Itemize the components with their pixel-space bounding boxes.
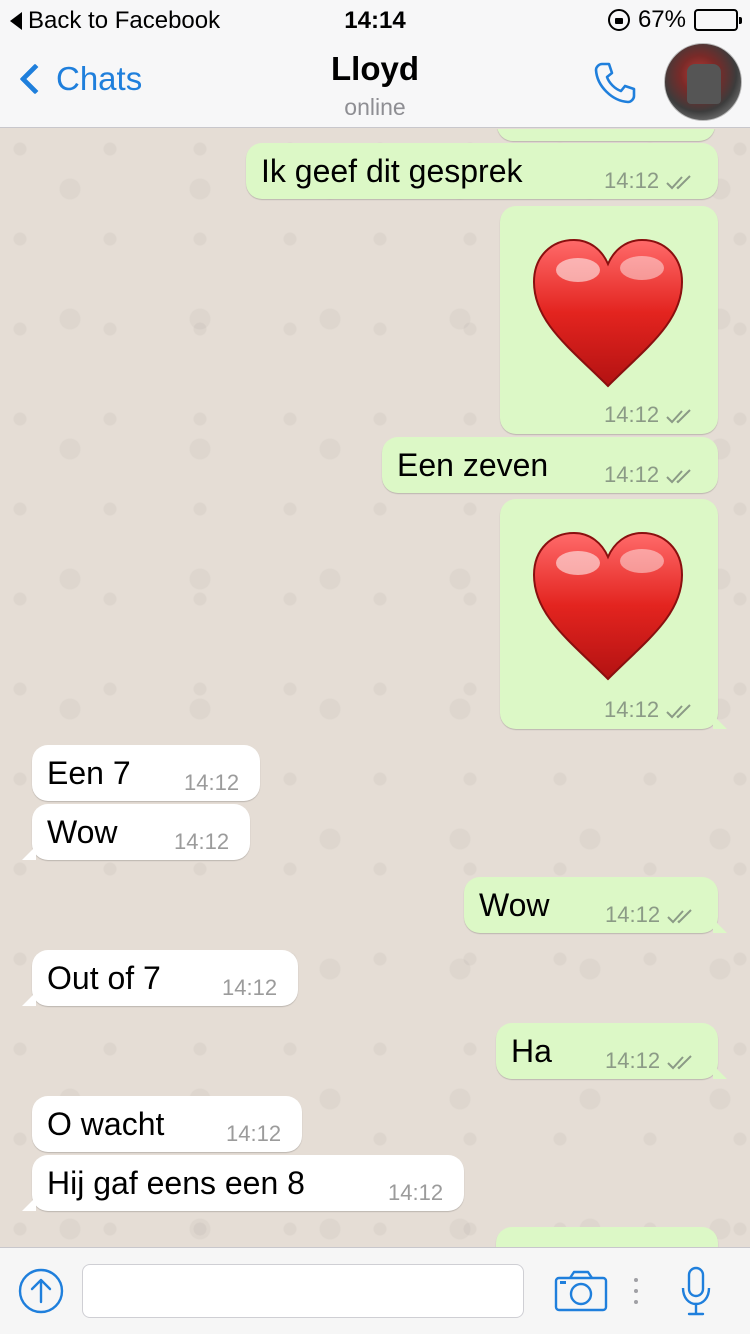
message-text: Een 7 [47,755,131,791]
message-bubble[interactable]: Ik geef dit gesprek 14:12 [246,143,718,199]
message-input[interactable] [82,1264,524,1318]
message-bubble[interactable]: Een 7 14:12 [32,745,260,801]
separator-dots-icon [634,1278,638,1304]
message-time: 14:12 [226,1121,282,1146]
upload-arrow-icon[interactable] [18,1268,64,1314]
rotation-lock-icon [607,9,630,31]
message-time: 14:12 [604,402,695,428]
message-bubble[interactable]: Wow 14:12 [22,804,250,860]
message-text: O wacht [47,1106,165,1142]
status-bar: Back to Facebook 14:14 67% [0,0,750,40]
double-check-icon [667,1055,692,1070]
message-list[interactable]: Ik geef dit gesprek 14:12 14:12 Een zeve… [0,129,750,1247]
double-check-icon [666,175,691,190]
message-time: 14:12 [174,829,230,854]
message-bubble[interactable]: Out of 7 14:12 [22,950,298,1006]
message-time: 14:12 [605,1048,696,1074]
double-check-icon [666,409,691,424]
message-time: 14:12 [604,697,695,723]
battery-percentage: 67% [637,6,686,33]
double-check-icon [667,909,692,924]
message-composer [0,1247,750,1334]
message-text: Een zeven [397,447,549,483]
message-text: Ha [511,1033,552,1069]
message-bubble-clipped [497,129,715,141]
message-time: 14:12 [222,975,278,1000]
message-bubble-clipped [496,1227,718,1247]
message-time-label: 14:12 [605,1048,661,1073]
message-time-label: 14:12 [604,462,660,487]
message-text: Wow [47,814,118,850]
chat-header: Chats Lloyd online [0,40,750,128]
message-time: 14:12 [388,1180,444,1205]
battery-icon [694,9,742,31]
message-time-label: 14:12 [604,402,660,427]
message-time: 14:12 [604,462,695,488]
message-bubble[interactable]: Wow 14:12 [464,877,727,933]
double-check-icon [666,469,691,484]
message-bubble[interactable]: Een zeven 14:12 [382,437,718,493]
microphone-icon[interactable] [680,1266,712,1318]
camera-icon[interactable] [554,1270,608,1312]
message-bubble[interactable]: Hij gaf eens een 8 14:12 [22,1155,464,1211]
message-bubble[interactable]: O wacht 14:12 [32,1096,302,1152]
message-text: Hij gaf eens een 8 [47,1165,305,1201]
message-time: 14:12 [184,770,240,795]
contact-avatar[interactable] [664,43,742,121]
message-time: 14:12 [605,902,696,928]
message-time-label: 14:12 [604,697,660,722]
status-right-group: 67% [607,6,742,34]
message-bubble-emoji[interactable]: 14:12 [500,206,718,434]
message-text: Wow [479,887,550,923]
heart-emoji-icon [532,531,684,681]
message-text: Ik geef dit gesprek [261,153,523,189]
message-time-label: 14:12 [604,168,660,193]
message-bubble[interactable]: Ha 14:12 [496,1023,727,1079]
heart-emoji-icon [532,238,684,388]
double-check-icon [666,704,691,719]
phone-icon[interactable] [590,58,640,108]
message-text: Out of 7 [47,960,161,996]
message-time-label: 14:12 [605,902,661,927]
message-time: 14:12 [604,168,695,194]
message-bubble-emoji[interactable]: 14:12 [500,499,727,729]
